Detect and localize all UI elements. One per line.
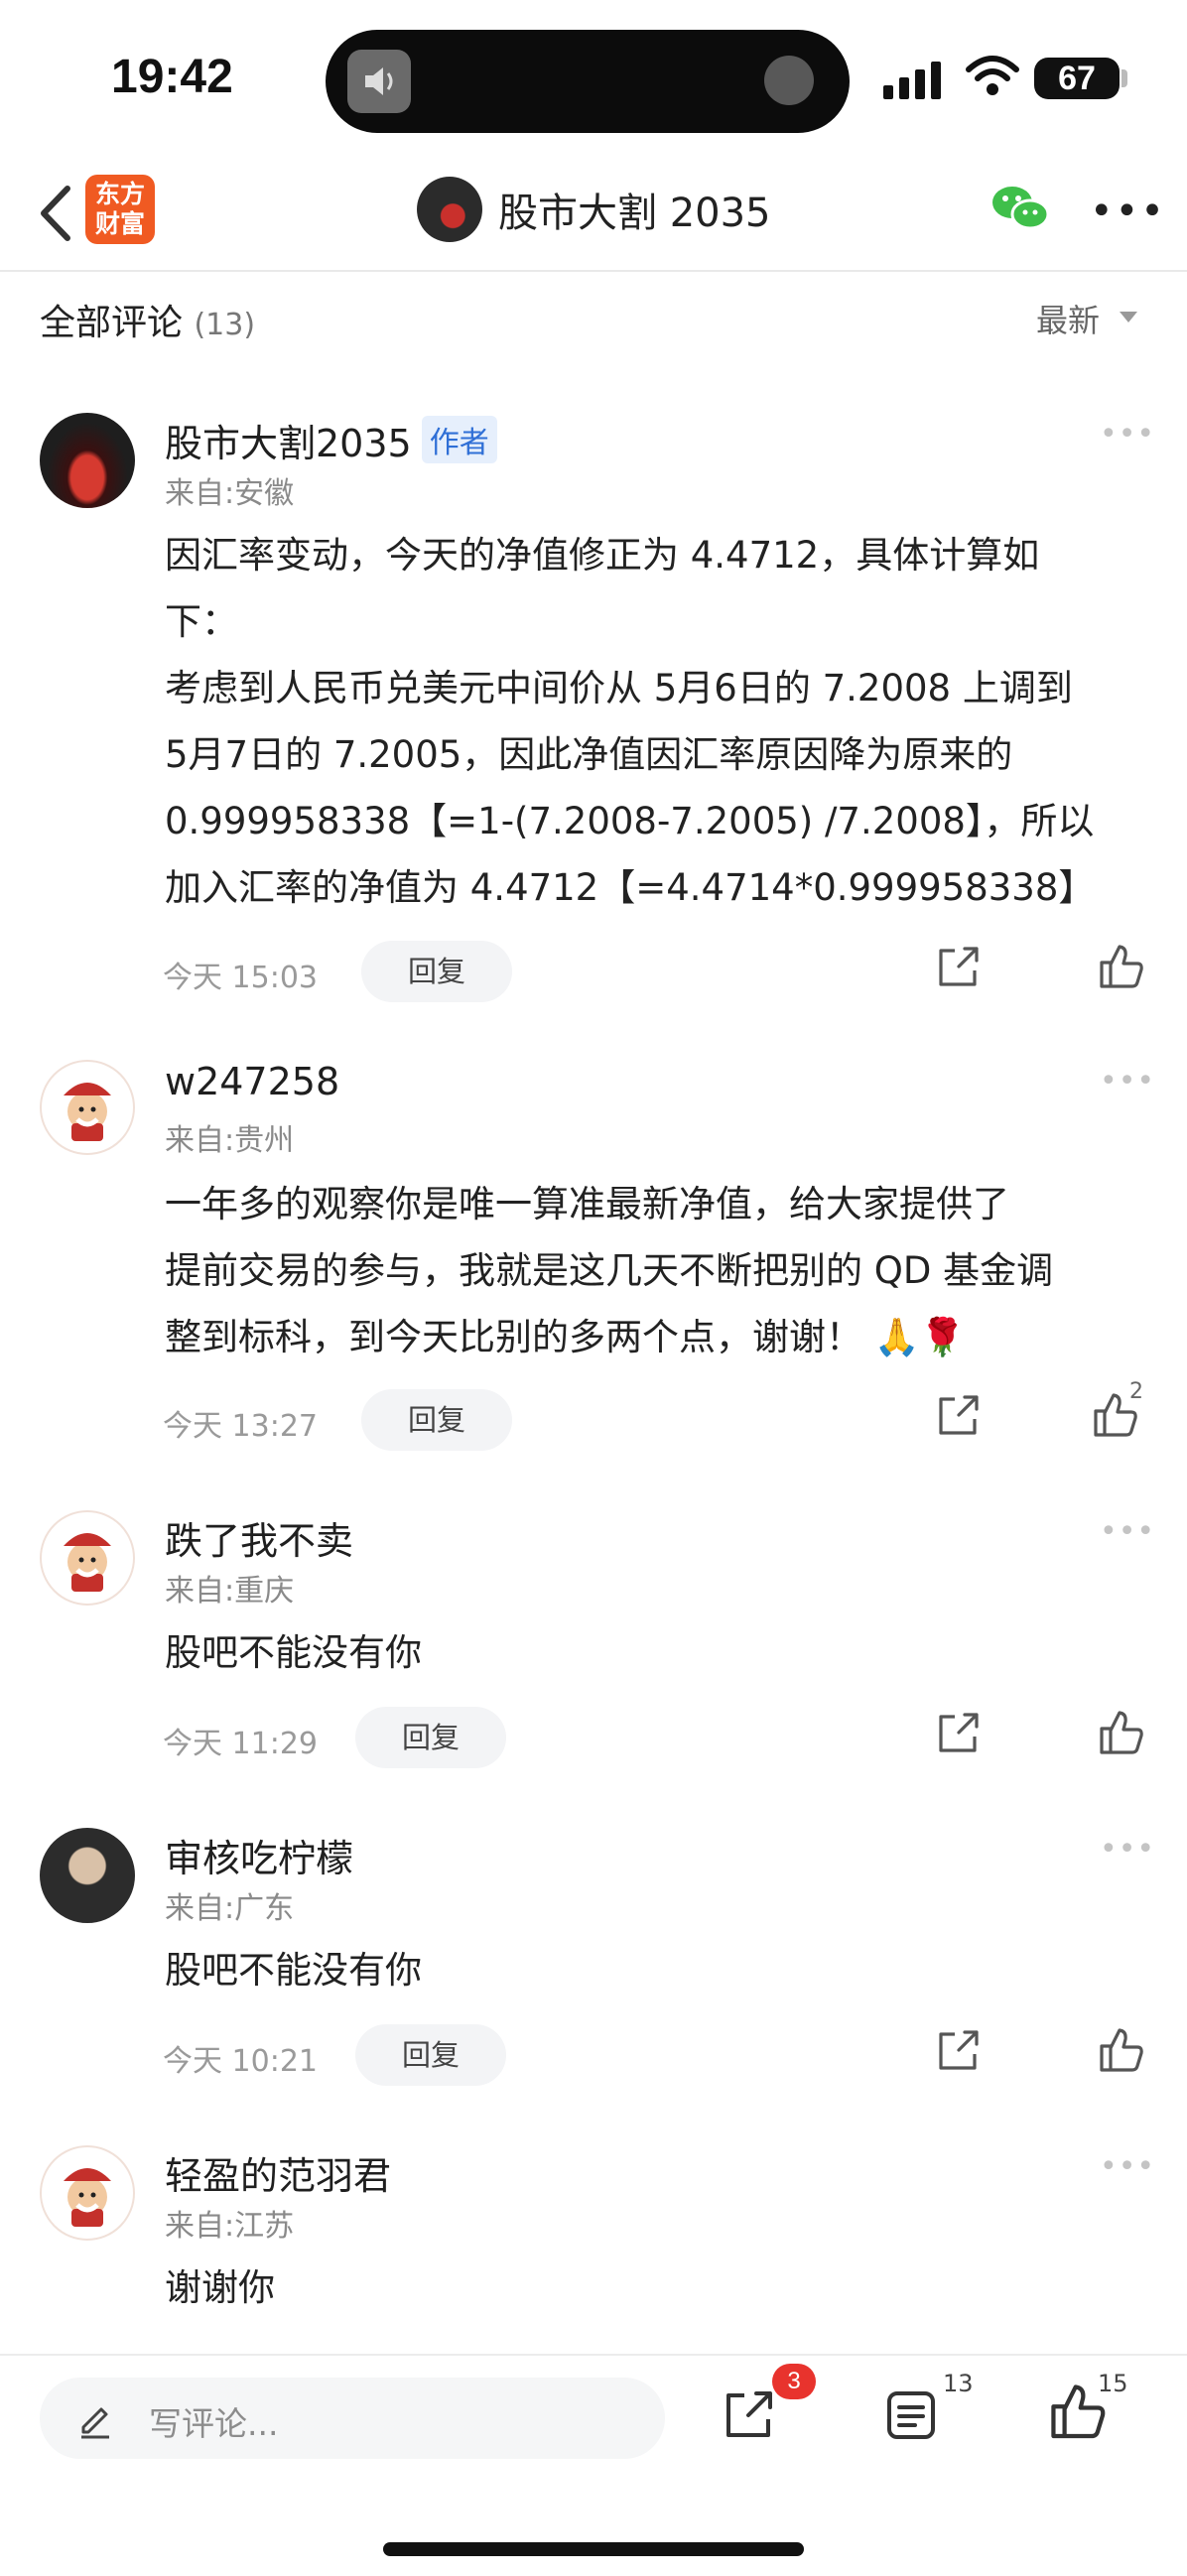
app-logo[interactable]: 东方 财富: [85, 175, 155, 244]
reply-button[interactable]: 回复: [361, 1389, 512, 1451]
comment-line: 考虑到人民币兑美元中间价从 5月6日的 7.2008 上调到: [165, 667, 1073, 709]
camera-dot: [764, 56, 814, 105]
bottom-bar: 写评论... 3 13 15: [0, 2354, 1187, 2576]
comment-list-icon[interactable]: [883, 2387, 939, 2443]
comment-more-icon[interactable]: •••: [1100, 2149, 1155, 2184]
page-title[interactable]: 股市大割 2035: [498, 181, 771, 238]
avatar[interactable]: [40, 413, 135, 508]
comment-line: 一年多的观察你是唯一算准最新净值，给大家提供了: [165, 1183, 1009, 1225]
comment-line: 下：: [165, 600, 238, 643]
comment-line: 谢谢你: [165, 2266, 275, 2309]
comment-username[interactable]: w247258: [165, 1060, 339, 1103]
share-icon[interactable]: [933, 943, 983, 992]
nav-bar: 东方 财富 股市大割 2035 •••: [0, 159, 1187, 272]
comment-location: 来自:贵州: [165, 1123, 295, 1158]
username-text: 股市大割2035: [165, 422, 412, 465]
battery-cap: [1121, 69, 1127, 87]
logo-line2: 财富: [94, 209, 145, 238]
sort-dropdown[interactable]: 最新: [1036, 296, 1100, 341]
more-icon[interactable]: •••: [1090, 189, 1166, 234]
comment-line: 加入汇率的净值为 4.4712【=4.4714*0.999958338】: [165, 866, 1096, 909]
like-icon[interactable]: [1096, 941, 1145, 990]
comment-input-placeholder: 写评论...: [149, 2404, 279, 2443]
comment-more-icon[interactable]: •••: [1100, 1064, 1155, 1098]
comment-line: 整到标科，到今天比别的多两个点，谢谢！ 🙏🌹: [165, 1316, 966, 1358]
status-time: 19:42: [111, 51, 233, 103]
wifi-icon: [966, 56, 1019, 95]
pen-icon: [81, 2407, 109, 2439]
reply-button[interactable]: 回复: [355, 1707, 506, 1768]
avatar[interactable]: [40, 1828, 135, 1923]
comment-body: 谢谢你: [165, 2254, 1153, 2321]
comment-more-icon[interactable]: •••: [1100, 1832, 1155, 1867]
share-badge: 3: [772, 2364, 816, 2399]
comment-time: 今天 10:21: [163, 2044, 318, 2079]
signal-icon: [883, 62, 941, 99]
comment-line: 0.999958338【=1-(7.2008-7.2005) /7.2008】，…: [165, 800, 1095, 842]
author-avatar[interactable]: [417, 177, 482, 242]
comment-more-icon[interactable]: •••: [1100, 417, 1155, 451]
comment-line: 股吧不能没有你: [165, 1949, 422, 1992]
comment-username[interactable]: 审核吃柠檬: [165, 1828, 353, 1882]
comment-location: 来自:安徽: [165, 476, 295, 511]
comment-input[interactable]: 写评论...: [40, 2378, 665, 2459]
comment-username[interactable]: 轻盈的范羽君: [165, 2145, 391, 2200]
volume-icon: [347, 50, 411, 113]
comment-line: 股吧不能没有你: [165, 1631, 422, 1674]
comment-username[interactable]: 股市大割2035 作者: [165, 413, 497, 467]
comment-count: 13: [943, 2370, 974, 2397]
comment-body: 股吧不能没有你: [165, 1937, 1153, 2003]
comments-count: (13): [194, 308, 256, 342]
comment-line: 5月7日的 7.2005，因此净值因汇率原因降为原来的: [165, 733, 1013, 776]
comment-body: 股吧不能没有你: [165, 1619, 1153, 1686]
back-icon[interactable]: [34, 181, 77, 246]
comment-time: 今天 13:27: [163, 1409, 318, 1444]
share-icon[interactable]: [719, 2385, 778, 2445]
dynamic-island: [326, 30, 850, 133]
comment-time: 今天 15:03: [163, 961, 318, 995]
share-icon[interactable]: [933, 2026, 983, 2076]
avatar[interactable]: [40, 1510, 135, 1606]
reply-button[interactable]: 回复: [355, 2024, 506, 2086]
comment-more-icon[interactable]: •••: [1100, 1514, 1155, 1549]
like-count: 15: [1098, 2370, 1128, 2397]
comment-location: 来自:江苏: [165, 2209, 295, 2244]
logo-line1: 东方: [94, 180, 145, 208]
wechat-icon[interactable]: [989, 181, 1052, 236]
like-count: 2: [1129, 1379, 1143, 1404]
comment-body: 因汇率变动，今天的净值修正为 4.4712，具体计算如 下： 考虑到人民币兑美元…: [165, 522, 1153, 921]
share-icon[interactable]: [933, 1709, 983, 1758]
comment-location: 来自:广东: [165, 1891, 295, 1926]
comment-time: 今天 11:29: [163, 1727, 318, 1761]
like-icon[interactable]: [1096, 2024, 1145, 2074]
comment-line: 提前交易的参与，我就是这几天不断把别的 QD 基金调: [165, 1249, 1054, 1292]
like-icon[interactable]: [1096, 1707, 1145, 1756]
home-indicator[interactable]: [383, 2542, 804, 2556]
status-bar: 19:42 67: [0, 0, 1187, 159]
comments-title-text: 全部评论: [40, 303, 184, 343]
avatar[interactable]: [40, 1060, 135, 1155]
comment-line: 因汇率变动，今天的净值修正为 4.4712，具体计算如: [165, 534, 1040, 577]
share-icon[interactable]: [933, 1391, 983, 1441]
comment-body: 一年多的观察你是唯一算准最新净值，给大家提供了 提前交易的参与，我就是这几天不断…: [165, 1171, 1153, 1370]
comments-title: 全部评论 (13): [40, 294, 255, 345]
avatar[interactable]: [40, 2145, 135, 2241]
battery-indicator: 67: [1034, 58, 1120, 99]
comment-username[interactable]: 跌了我不卖: [165, 1510, 353, 1565]
chevron-down-icon[interactable]: [1120, 312, 1137, 322]
comment-location: 来自:重庆: [165, 1574, 295, 1609]
reply-button[interactable]: 回复: [361, 941, 512, 1002]
author-badge: 作者: [421, 416, 497, 463]
comments-header: 全部评论 (13) 最新: [0, 270, 1187, 369]
